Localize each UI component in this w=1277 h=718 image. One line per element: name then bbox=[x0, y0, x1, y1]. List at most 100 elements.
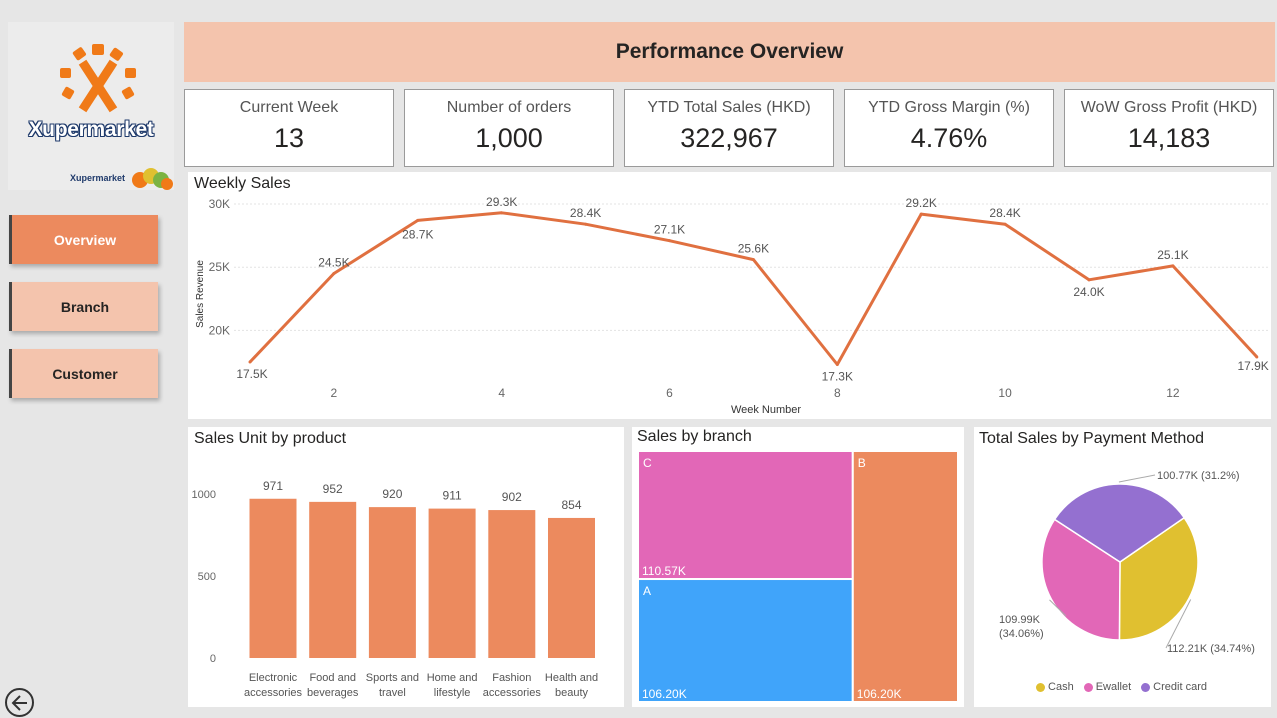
sales-unit-chart: 0 500 1000 971 Electronic accessories 952 Food … bbox=[192, 479, 599, 699]
brand-small-name: Xupermarket bbox=[70, 173, 126, 183]
x-tick-label: beverages bbox=[307, 687, 359, 699]
slice-label: (34.06%) bbox=[999, 628, 1044, 640]
nav-overview-button[interactable]: Overview bbox=[9, 215, 158, 264]
data-label: 25.1K bbox=[1157, 248, 1188, 262]
y-tick-label: 1000 bbox=[192, 489, 216, 501]
data-label: 28.7K bbox=[402, 227, 433, 241]
legend-item-credit-card: Credit card bbox=[1141, 681, 1207, 693]
data-label: 24.0K bbox=[1073, 285, 1104, 299]
bar bbox=[309, 501, 357, 658]
bar-value-label: 952 bbox=[323, 482, 343, 496]
legend-dot bbox=[1083, 682, 1093, 692]
treemap-tile-value: 110.57K bbox=[642, 564, 686, 578]
y-axis-title: Sales Revenue bbox=[195, 260, 206, 328]
bar-value-label: 920 bbox=[382, 487, 402, 501]
nav-customer-label: Customer bbox=[52, 365, 118, 382]
fruit-basket-icon bbox=[132, 168, 173, 190]
treemap-tile-name: B bbox=[858, 456, 866, 470]
x-tick-label: accessories bbox=[244, 687, 303, 699]
kpi-label: Number of orders bbox=[446, 99, 572, 116]
data-label: 28.4K bbox=[570, 206, 601, 220]
arrow-left-icon bbox=[11, 694, 27, 711]
xupermarket-logo-icon bbox=[60, 44, 136, 113]
payment-method-pie: 112.21K (34.74%) 109.99K (34.06%) 100.77K (… bbox=[999, 470, 1255, 655]
bar bbox=[428, 508, 476, 658]
y-tick-label: 30K bbox=[209, 197, 230, 211]
legend-dot bbox=[1141, 682, 1151, 692]
bar-value-label: 971 bbox=[263, 479, 283, 493]
kpi-label: YTD Gross Margin (%) bbox=[868, 99, 1030, 116]
x-tick-label: Health and bbox=[545, 672, 598, 684]
kpi-current-week: Current Week 13 bbox=[184, 89, 394, 167]
data-point bbox=[835, 363, 839, 367]
back-button[interactable] bbox=[5, 688, 34, 717]
kpi-label: Current Week bbox=[239, 99, 339, 116]
data-point bbox=[1087, 278, 1091, 282]
x-axis-title: Week Number bbox=[731, 404, 801, 416]
data-label: 29.2K bbox=[906, 196, 937, 210]
x-tick-label: Fashion bbox=[492, 672, 531, 684]
data-label: 29.3K bbox=[486, 195, 517, 209]
data-label: 17.5K bbox=[236, 367, 267, 381]
legend-label: Credit card bbox=[1153, 681, 1207, 693]
data-label: 25.6K bbox=[738, 242, 769, 256]
pie-legend: Cash Ewallet Credit card bbox=[974, 681, 1269, 693]
legend-label: Cash bbox=[1048, 681, 1074, 693]
x-tick-label: lifestyle bbox=[434, 687, 471, 699]
slice-label: 100.77K (31.2%) bbox=[1157, 470, 1240, 482]
data-point bbox=[1171, 264, 1175, 268]
bar-value-label: 902 bbox=[502, 490, 522, 504]
treemap-tile-value: 106.20K bbox=[642, 687, 687, 701]
slice-label: 109.99K bbox=[999, 614, 1041, 626]
kpi-value: 322,967 bbox=[680, 123, 778, 153]
x-tick-label: 8 bbox=[834, 386, 841, 400]
data-label: 24.5K bbox=[318, 256, 349, 270]
x-tick-label: beauty bbox=[555, 687, 589, 699]
sales-branch-treemap: C 110.57K A 106.20K B 106.20K bbox=[637, 450, 960, 703]
kpi-value: 14,183 bbox=[1127, 123, 1211, 153]
bar bbox=[368, 507, 416, 658]
kpi-ytd-total-sales: YTD Total Sales (HKD) 322,967 bbox=[624, 89, 834, 167]
slice-label: 112.21K (34.74%) bbox=[1167, 643, 1255, 655]
data-label: 17.3K bbox=[822, 370, 853, 384]
y-tick-label: 0 bbox=[210, 653, 216, 665]
nav-customer-button[interactable]: Customer bbox=[9, 349, 158, 398]
treemap-tile bbox=[851, 450, 960, 703]
kpi-value: 1,000 bbox=[475, 123, 543, 153]
data-point bbox=[248, 360, 252, 364]
x-tick-label: 4 bbox=[498, 386, 505, 400]
kpi-value: 4.76% bbox=[910, 123, 988, 153]
x-tick-label: 2 bbox=[331, 386, 338, 400]
data-label: 27.1K bbox=[654, 223, 685, 237]
data-point bbox=[416, 218, 420, 222]
nav-branch-label: Branch bbox=[60, 298, 110, 315]
legend-item-cash: Cash bbox=[1036, 681, 1074, 693]
treemap-tile bbox=[637, 578, 854, 703]
x-tick-label: Food and bbox=[309, 672, 355, 684]
treemap-tile-value: 106.20K bbox=[857, 687, 902, 701]
kpi-ytd-gross-margin: YTD Gross Margin (%) 4.76% bbox=[844, 89, 1054, 167]
data-point bbox=[751, 258, 755, 262]
data-point bbox=[584, 222, 588, 226]
nav-overview-label: Overview bbox=[53, 231, 117, 248]
sales-branch-card: Sales by branch C 110.57K A 106.20K B 106.20K bbox=[632, 427, 964, 707]
kpi-number-of-orders: Number of orders 1,000 bbox=[404, 89, 614, 167]
treemap-tile bbox=[637, 450, 854, 581]
page-title: Performance Overview bbox=[184, 22, 1275, 82]
kpi-label: WoW Gross Profit (HKD) bbox=[1080, 99, 1258, 116]
data-point bbox=[668, 239, 671, 243]
data-label: 28.4K bbox=[989, 206, 1020, 220]
legend-dot bbox=[1036, 682, 1046, 692]
data-point bbox=[919, 212, 923, 216]
sales-unit-card: Sales Unit by product 0 500 1000 971 Electro… bbox=[188, 427, 624, 707]
treemap-tile-name: C bbox=[643, 456, 652, 470]
kpi-wow-gross-profit: WoW Gross Profit (HKD) 14,183 bbox=[1064, 89, 1274, 167]
x-tick-label: Sports and bbox=[366, 672, 419, 684]
x-tick-label: 6 bbox=[666, 386, 673, 400]
legend-label: Ewallet bbox=[1095, 681, 1132, 693]
nav-branch-button[interactable]: Branch bbox=[9, 282, 158, 331]
y-tick-label: 500 bbox=[198, 571, 216, 583]
weekly-sales-card: Weekly Sales 20K 25K 30K 2 4 6 8 10 12 Week Numbe… bbox=[188, 172, 1271, 419]
bar bbox=[249, 498, 297, 658]
logo-panel: Xupermarket Xupermarket bbox=[8, 22, 174, 190]
